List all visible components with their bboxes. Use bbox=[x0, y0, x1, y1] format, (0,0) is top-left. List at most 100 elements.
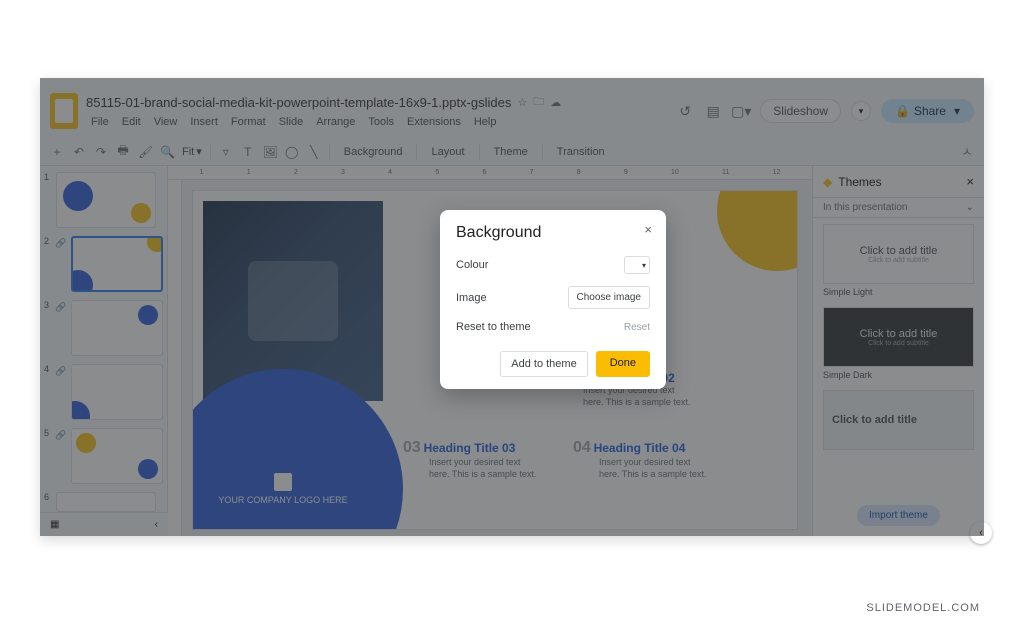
share-button[interactable]: 🔒 Share ▾ bbox=[881, 99, 974, 123]
new-slide-icon[interactable]: + bbox=[50, 145, 64, 159]
thumb-bottom-bar: ▦ ‹ bbox=[40, 512, 168, 536]
undo-icon[interactable]: ↶ bbox=[72, 145, 86, 159]
ruler-tick: 2 bbox=[294, 169, 298, 176]
theme-item-light[interactable]: Click to add title Click to add subtitle… bbox=[823, 224, 974, 297]
grid-icon[interactable]: ▦ bbox=[50, 519, 59, 530]
num-03: 03 bbox=[403, 439, 421, 456]
cloud-icon[interactable]: ☁ bbox=[550, 96, 561, 109]
text-04a: Insert your desired text bbox=[599, 457, 706, 469]
menu-help[interactable]: Help bbox=[469, 114, 502, 130]
collapse-icon[interactable]: ‹ bbox=[155, 519, 158, 530]
folder-icon[interactable]: 🗀 bbox=[533, 93, 544, 112]
thumb-number: 3 bbox=[44, 300, 51, 310]
line-icon[interactable]: ╲ bbox=[307, 145, 321, 159]
menu-file[interactable]: File bbox=[86, 114, 114, 130]
watermark: SLIDEMODEL.COM bbox=[866, 602, 980, 614]
thumbnail-2[interactable] bbox=[71, 236, 163, 292]
history-icon[interactable]: ↺ bbox=[676, 102, 694, 120]
colour-swatch[interactable]: ▾ bbox=[624, 256, 650, 274]
theme-preview: Click to add title Click to add subtitle bbox=[823, 224, 974, 284]
theme-button[interactable]: Theme bbox=[488, 144, 534, 160]
thumbnail-6[interactable] bbox=[56, 492, 156, 512]
share-label: Share bbox=[914, 104, 946, 118]
transition-button[interactable]: Transition bbox=[551, 144, 611, 160]
thumbnail-1[interactable] bbox=[56, 172, 156, 228]
zoom-fit[interactable]: Fit ▾ bbox=[182, 145, 202, 158]
toolbar: + ↶ ↷ 🖶 🖌 🔍 Fit ▾ ▿ T 🖼 ◯ ╲ Background L… bbox=[40, 138, 984, 166]
thumbnail-3[interactable] bbox=[71, 300, 163, 356]
paint-icon[interactable]: 🖌 bbox=[138, 145, 152, 159]
shape-icon[interactable]: ◯ bbox=[285, 145, 299, 159]
slide-thumbnails: 1 2🔗 3🔗 4🔗 5🔗 6 ▦ ‹ bbox=[40, 166, 168, 536]
background-button[interactable]: Background bbox=[338, 144, 409, 160]
comments-icon[interactable]: ▤ bbox=[704, 102, 722, 120]
colour-row: Colour ▾ bbox=[456, 256, 650, 274]
themes-icon: ◆ bbox=[823, 175, 832, 189]
document-title[interactable]: 85115-01-brand-social-media-kit-powerpoi… bbox=[86, 95, 511, 110]
import-theme-button[interactable]: Import theme bbox=[857, 505, 940, 526]
select-icon[interactable]: ▿ bbox=[219, 145, 233, 159]
choose-image-button[interactable]: Choose image bbox=[568, 286, 650, 309]
image-icon[interactable]: 🖼 bbox=[263, 145, 277, 159]
menu-edit[interactable]: Edit bbox=[117, 114, 146, 130]
reset-button[interactable]: Reset bbox=[624, 322, 650, 333]
add-to-theme-button[interactable]: Add to theme bbox=[500, 351, 587, 377]
text-03a: Insert your desired text bbox=[429, 457, 536, 469]
menu-insert[interactable]: Insert bbox=[185, 114, 223, 130]
link-icon: 🔗 bbox=[55, 430, 66, 441]
company-logo-text: YOUR COMPANY LOGO HERE bbox=[218, 495, 347, 505]
close-icon[interactable]: × bbox=[644, 222, 652, 237]
menu-tools[interactable]: Tools bbox=[363, 114, 399, 130]
themes-title: Themes bbox=[838, 175, 881, 189]
menu-view[interactable]: View bbox=[149, 114, 183, 130]
slideshow-button[interactable]: Slideshow bbox=[760, 99, 841, 123]
header-actions: ↺ ▤ ▢▾ Slideshow ▾ 🔒 Share ▾ bbox=[676, 99, 974, 123]
ruler-tick: 1 bbox=[200, 169, 204, 176]
redo-icon[interactable]: ↷ bbox=[94, 145, 108, 159]
zoom-icon[interactable]: 🔍 bbox=[160, 145, 174, 159]
background-dialog: Background × Colour ▾ Image Choose image… bbox=[440, 210, 666, 389]
import-label: Import theme bbox=[869, 510, 928, 521]
slideshow-dropdown[interactable]: ▾ bbox=[851, 101, 871, 121]
thumb-number: 5 bbox=[44, 428, 51, 438]
slides-logo bbox=[50, 93, 78, 129]
theme-preview: Click to add title Click to add subtitle bbox=[823, 307, 974, 367]
thumbnail-5[interactable] bbox=[71, 428, 163, 484]
separator bbox=[416, 144, 417, 160]
ruler-tick: 6 bbox=[482, 169, 486, 176]
textbox-icon[interactable]: T bbox=[241, 145, 255, 159]
hide-menus-icon[interactable]: ㅅ bbox=[960, 143, 974, 160]
image-label: Image bbox=[456, 292, 487, 304]
explore-fab[interactable]: ‹ bbox=[970, 522, 992, 544]
themes-header: ◆ Themes × bbox=[813, 166, 984, 197]
thumbnail-4[interactable] bbox=[71, 364, 163, 420]
meet-icon[interactable]: ▢▾ bbox=[732, 102, 750, 120]
close-panel-icon[interactable]: × bbox=[966, 174, 974, 189]
menu-slide[interactable]: Slide bbox=[274, 114, 308, 130]
add-theme-label: Add to theme bbox=[511, 358, 576, 370]
theme-list: Click to add title Click to add subtitle… bbox=[813, 218, 984, 499]
separator bbox=[329, 144, 330, 160]
print-icon[interactable]: 🖶 bbox=[116, 141, 130, 162]
theme-item-light2[interactable]: Click to add title bbox=[823, 390, 974, 450]
reset-label: Reset to theme bbox=[456, 321, 531, 333]
menu-format[interactable]: Format bbox=[226, 114, 271, 130]
menu-extensions[interactable]: Extensions bbox=[402, 114, 466, 130]
done-button[interactable]: Done bbox=[596, 351, 650, 377]
separator bbox=[479, 144, 480, 160]
ruler-tick: 11 bbox=[722, 169, 729, 176]
theme-item-dark[interactable]: Click to add title Click to add subtitle… bbox=[823, 307, 974, 380]
layout-button[interactable]: Layout bbox=[425, 144, 470, 160]
preview-sub: Click to add subtitle bbox=[868, 257, 929, 264]
app-header: 85115-01-brand-social-media-kit-powerpoi… bbox=[40, 78, 984, 138]
done-label: Done bbox=[610, 357, 636, 369]
dialog-title: Background bbox=[456, 224, 650, 242]
menu-arrange[interactable]: Arrange bbox=[311, 114, 360, 130]
company-logo-placeholder bbox=[274, 473, 292, 491]
ruler-horizontal: 1123456789101112 bbox=[168, 166, 812, 180]
themes-section[interactable]: In this presentation ⌄ bbox=[813, 197, 984, 218]
text-03b: here. This is a sample text. bbox=[429, 469, 536, 481]
num-04: 04 bbox=[573, 439, 591, 456]
star-icon[interactable]: ☆ bbox=[517, 96, 527, 109]
thumb-number: 4 bbox=[44, 364, 51, 374]
